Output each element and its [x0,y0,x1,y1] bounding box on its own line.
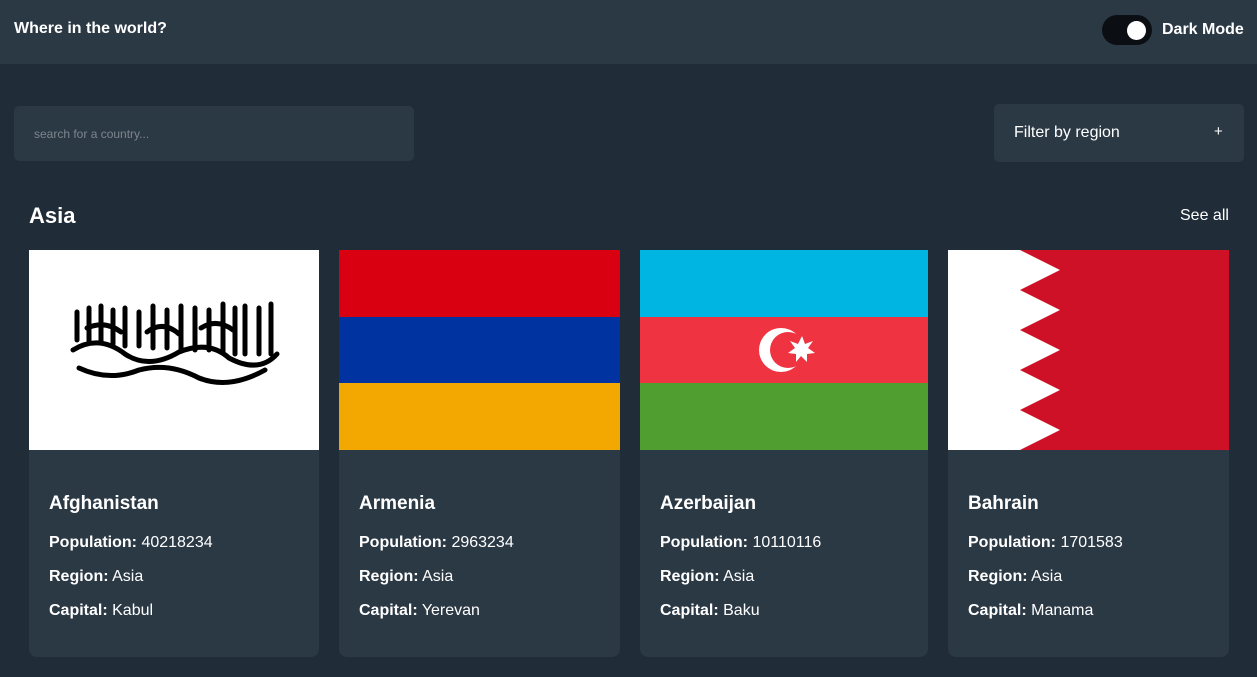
search-input[interactable] [14,106,414,161]
country-name: Afghanistan [49,493,159,514]
capital-row: Capital: Baku [660,602,760,620]
population-value: 40218234 [141,534,213,551]
flag-image-bahrain [948,250,1229,450]
population-row: Population: 1701583 [968,534,1123,552]
capital-value: Yerevan [421,602,480,619]
population-label: Population: [359,534,447,551]
population-label: Population: [660,534,748,551]
app-title: Where in the world? [14,20,167,37]
region-filter-dropdown[interactable]: Filter by region + [994,104,1244,162]
capital-row: Capital: Kabul [49,602,153,620]
capital-row: Capital: Manama [968,602,1093,620]
region-value: Asia [112,568,144,585]
country-card-azerbaijan[interactable]: Azerbaijan Population: 10110116 Region: … [640,250,928,657]
country-card-bahrain[interactable]: Bahrain Population: 1701583 Region: Asia… [948,250,1229,657]
region-value: Asia [1031,568,1063,585]
plus-icon: + [1214,123,1223,140]
capital-label: Capital: [968,602,1027,619]
region-row: Region: Asia [968,568,1062,586]
country-name: Bahrain [968,493,1039,514]
search-box [14,106,414,161]
capital-value: Baku [723,602,760,619]
capital-value: Manama [1031,602,1094,619]
population-value: 1701583 [1060,534,1123,551]
flag-image-armenia [339,250,620,450]
capital-label: Capital: [49,602,108,619]
population-label: Population: [49,534,137,551]
population-value: 10110116 [752,534,822,551]
capital-row: Capital: Yerevan [359,602,480,620]
region-label: Region: [359,568,419,585]
toggle-knob [1127,21,1146,40]
section-title: Asia [29,203,76,228]
dark-mode-toggle[interactable] [1102,15,1152,45]
capital-label: Capital: [359,602,418,619]
population-row: Population: 10110116 [660,534,821,552]
region-label: Region: [968,568,1028,585]
country-name: Armenia [359,493,436,514]
population-label: Population: [968,534,1056,551]
country-card-armenia[interactable]: Armenia Population: 2963234 Region: Asia… [339,250,620,657]
region-row: Region: Asia [359,568,453,586]
population-row: Population: 2963234 [359,534,514,552]
region-value: Asia [723,568,755,585]
see-all-link[interactable]: See all [1180,206,1229,226]
region-value: Asia [422,568,454,585]
region-row: Region: Asia [49,568,143,586]
region-label: Region: [49,568,109,585]
population-value: 2963234 [451,534,514,551]
population-row: Population: 40218234 [49,534,213,552]
filter-label: Filter by region [1014,124,1120,141]
capital-value: Kabul [112,602,154,619]
country-name: Azerbaijan [660,493,757,514]
flag-image-azerbaijan [640,250,928,450]
capital-label: Capital: [660,602,719,619]
region-row: Region: Asia [660,568,754,586]
top-bar: Where in the world? Dark Mode [0,0,1257,64]
region-label: Region: [660,568,720,585]
flag-image-afghanistan [29,250,319,450]
country-card-afghanistan[interactable]: Afghanistan Population: 40218234 Region:… [29,250,319,657]
dark-mode-label: Dark Mode [1162,21,1244,38]
